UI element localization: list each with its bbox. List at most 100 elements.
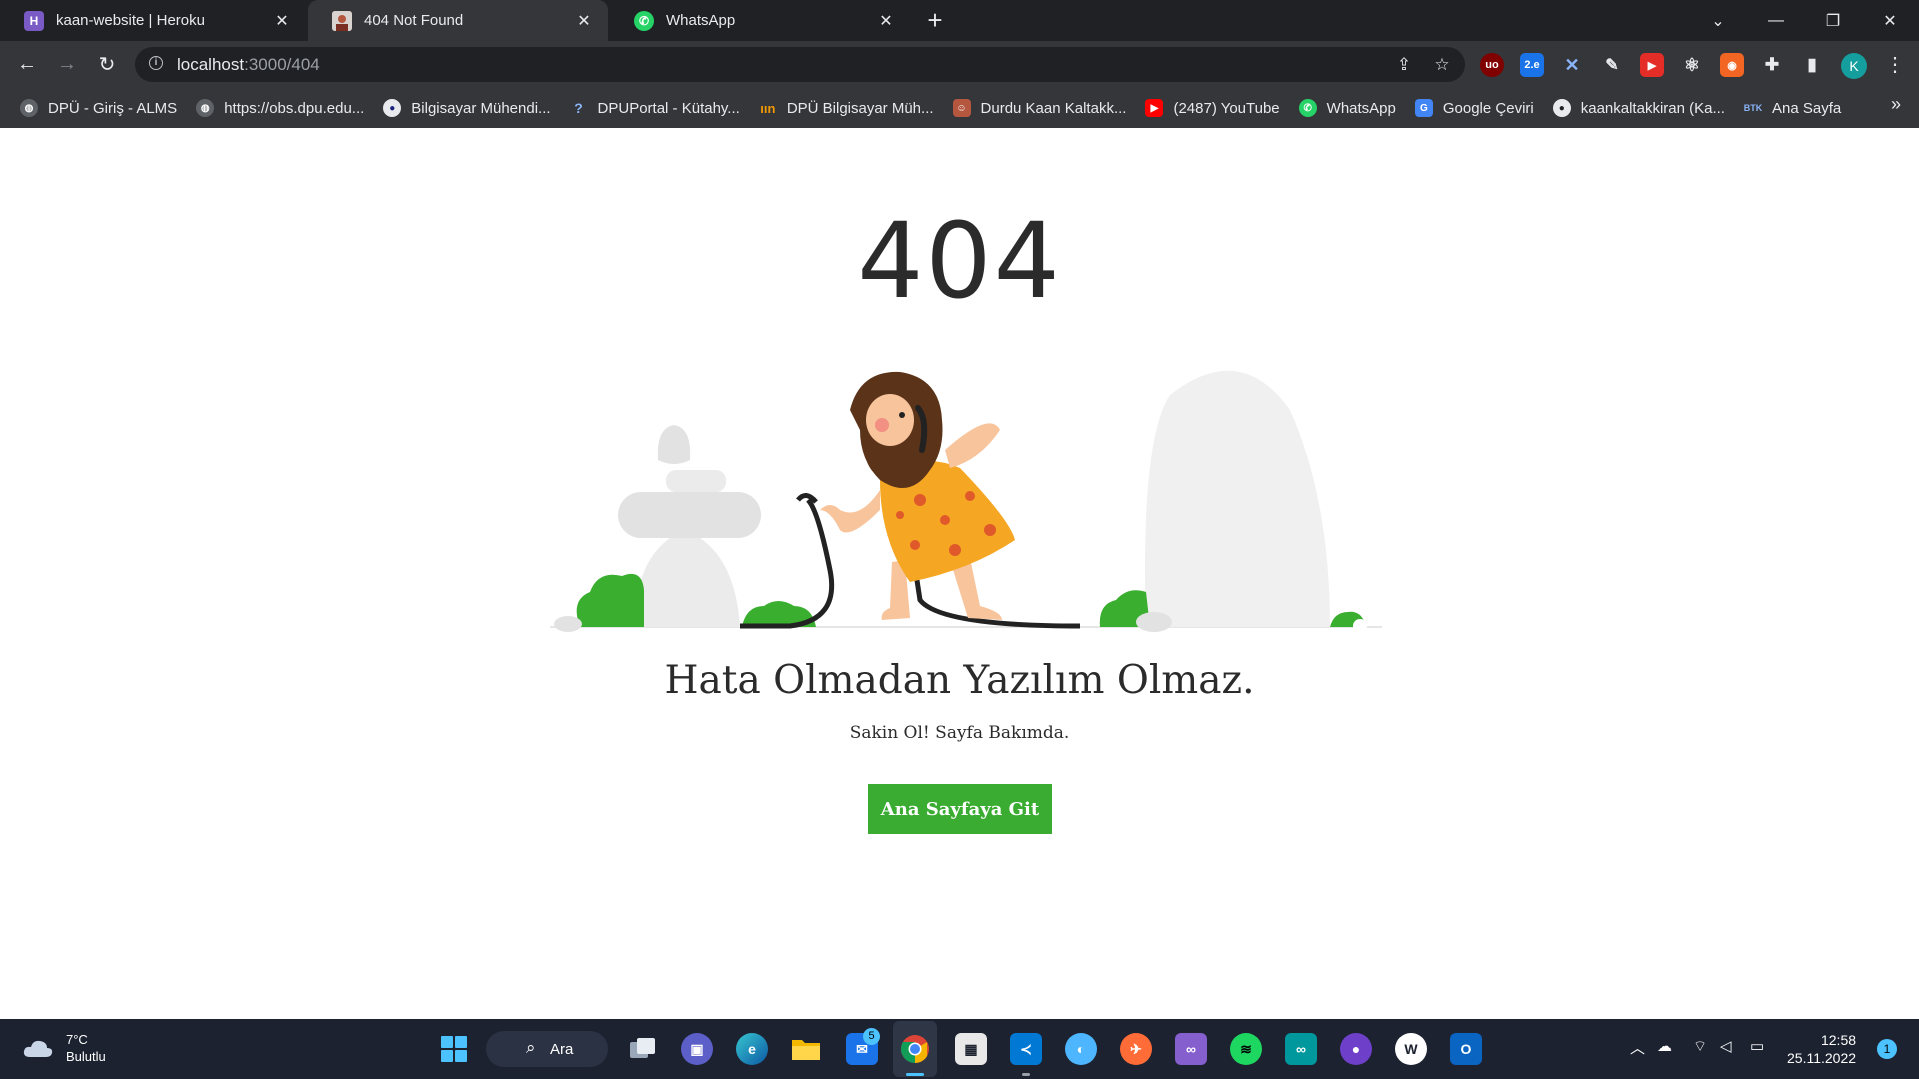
- translate-extension-icon[interactable]: 2.e: [1520, 53, 1544, 77]
- bookmark-item[interactable]: ıın DPÜ Bilgisayar Müh...: [751, 94, 942, 122]
- github-desktop-icon[interactable]: ●: [1340, 1033, 1372, 1065]
- heroku-icon: H: [24, 10, 44, 31]
- bookmark-item[interactable]: ☺ Durdu Kaan Kaltakk...: [945, 94, 1135, 122]
- url-host: localhost: [177, 55, 245, 74]
- tab-404[interactable]: 404 Not Found ✕: [308, 0, 608, 41]
- go-home-button[interactable]: Ana Sayfaya Git: [868, 784, 1052, 834]
- menu-kebab-icon[interactable]: ⋮: [1880, 49, 1910, 79]
- arduino-icon[interactable]: ∞: [1285, 1033, 1317, 1065]
- react-devtools-icon[interactable]: ⚛: [1680, 53, 1704, 77]
- share-icon[interactable]: ⇪: [1394, 55, 1414, 75]
- google-translate-icon: G: [1414, 99, 1433, 117]
- tab-title: kaan-website | Heroku: [56, 12, 205, 29]
- whatsapp-icon: ✆: [634, 10, 654, 31]
- tray-overflow-chevron-icon[interactable]: ︿: [1630, 1037, 1645, 1058]
- chrome-icon[interactable]: [899, 1033, 931, 1065]
- bookmark-star-icon[interactable]: ☆: [1432, 55, 1452, 75]
- taskbar-clock[interactable]: 12:58 25.11.2022: [1787, 1031, 1856, 1067]
- cloud-icon: [23, 1040, 53, 1057]
- bookmark-label: https://obs.dpu.edu...: [224, 99, 365, 117]
- bookmark-item[interactable]: ◍ DPÜ - Giriş - ALMS: [12, 94, 185, 122]
- wifi-icon[interactable]: ⌔: [1693, 1037, 1707, 1056]
- error-page: 404 Hata Olmadan Yazılım Olmaz. Sakin Ol…: [0, 128, 1919, 1019]
- error-subline: Sakin Ol! Sayfa Bakımda.: [849, 723, 1070, 743]
- start-windows-icon[interactable]: [438, 1033, 470, 1065]
- weather-desc: Bulutlu: [66, 1049, 106, 1064]
- notification-badge[interactable]: 1: [1877, 1039, 1897, 1059]
- tab-heroku[interactable]: H kaan-website | Heroku ✕: [0, 0, 306, 41]
- bookmark-item[interactable]: ✆ WhatsApp: [1291, 94, 1404, 122]
- youtube-extension-icon[interactable]: ▶: [1640, 53, 1664, 77]
- edge-icon[interactable]: e: [736, 1033, 768, 1065]
- back-button[interactable]: ←: [12, 49, 42, 79]
- close-window-button[interactable]: ✕: [1862, 0, 1918, 41]
- new-tab-button[interactable]: +: [919, 4, 951, 36]
- bookmark-label: (2487) YouTube: [1173, 99, 1280, 117]
- site-info-icon[interactable]: i: [149, 56, 163, 70]
- teams-chat-icon[interactable]: ▣: [681, 1033, 713, 1065]
- bookmark-item[interactable]: ? DPUPortal - Kütahy...: [562, 94, 748, 122]
- bookmark-label: Bilgisayar Mühendi...: [411, 99, 551, 117]
- bookmarks-bar: ◍ DPÜ - Giriş - ALMS ◍ https://obs.dpu.e…: [0, 88, 1919, 128]
- store-icon[interactable]: ▦: [955, 1033, 987, 1065]
- task-view-icon[interactable]: [627, 1033, 659, 1065]
- search-label: Ara: [550, 1040, 574, 1058]
- minimize-button[interactable]: —: [1748, 0, 1804, 41]
- mail-badge: 5: [863, 1028, 880, 1045]
- whatsapp-desktop-icon[interactable]: W: [1395, 1033, 1427, 1065]
- extensions-puzzle-icon[interactable]: ✚: [1760, 53, 1784, 77]
- tab-search-chevron-icon[interactable]: ⌄: [1690, 0, 1746, 41]
- active-indicator: [906, 1073, 924, 1076]
- rss-extension-icon[interactable]: ◉: [1720, 53, 1744, 77]
- caveman-illustration: [550, 370, 1382, 633]
- dpu-icon: ●: [383, 99, 402, 117]
- bookmark-item[interactable]: G Google Çeviri: [1407, 94, 1542, 122]
- paint-icon[interactable]: ◐: [1065, 1033, 1097, 1065]
- profile-avatar[interactable]: K: [1841, 53, 1867, 79]
- file-explorer-icon[interactable]: [790, 1033, 822, 1065]
- outlook-icon[interactable]: O: [1450, 1033, 1482, 1065]
- clock-time: 12:58: [1820, 1032, 1857, 1048]
- bookmark-item[interactable]: ● Bilgisayar Mühendi...: [375, 94, 558, 122]
- ublock-icon[interactable]: uo: [1480, 53, 1504, 77]
- bookmark-label: DPÜ Bilgisayar Müh...: [786, 99, 934, 117]
- visual-studio-icon[interactable]: ∞: [1175, 1033, 1207, 1065]
- postman-icon[interactable]: ✈: [1120, 1033, 1152, 1065]
- error-headline: Hata Olmadan Yazılım Olmaz.: [664, 658, 1255, 703]
- tab-title: WhatsApp: [666, 12, 736, 29]
- weather-widget[interactable]: 7°C Bulutlu: [22, 1031, 106, 1065]
- vscode-icon[interactable]: ≺: [1010, 1033, 1042, 1065]
- close-icon[interactable]: ✕: [572, 11, 596, 31]
- onedrive-icon[interactable]: ☁: [1657, 1037, 1672, 1055]
- url-path: :3000/404: [244, 55, 320, 74]
- bookmark-item[interactable]: ● kaankaltakkiran (Ka...: [1545, 94, 1733, 122]
- eyedropper-extension-icon[interactable]: ✎: [1600, 53, 1624, 77]
- spotify-icon[interactable]: ≋: [1230, 1033, 1262, 1065]
- avatar-icon: ☺: [952, 99, 971, 117]
- restore-button[interactable]: ❐: [1805, 0, 1861, 41]
- bookmark-item[interactable]: BTK Ana Sayfa: [1736, 94, 1849, 122]
- bookmark-label: WhatsApp: [1326, 99, 1396, 117]
- tools-extension-icon[interactable]: ✕: [1560, 53, 1584, 77]
- close-icon[interactable]: ✕: [874, 11, 898, 31]
- weather-temp: 7°C: [66, 1032, 88, 1047]
- bookmarks-overflow-icon[interactable]: »: [1891, 94, 1901, 115]
- bookmark-item[interactable]: ▶ (2487) YouTube: [1137, 94, 1287, 122]
- close-icon[interactable]: ✕: [270, 11, 294, 31]
- avatar-icon: [332, 10, 352, 31]
- reload-button[interactable]: ↻: [92, 49, 122, 79]
- weather-text: 7°C Bulutlu: [66, 1031, 106, 1065]
- bookmark-item[interactable]: ◍ https://obs.dpu.edu...: [188, 94, 372, 122]
- bookmark-label: Google Çeviri: [1442, 99, 1534, 117]
- tab-whatsapp[interactable]: ✆ WhatsApp ✕: [610, 0, 910, 41]
- windows-taskbar: 7°C Bulutlu ⌕ Ara ▣ e ✉ 5 ▦ ≺ ◐ ✈ ∞ ≋ ∞ …: [0, 1019, 1919, 1079]
- browser-toolbar: ← → ↻ i localhost:3000/404 ⇪ ☆ uo 2.e ✕ …: [0, 41, 1919, 88]
- forward-button[interactable]: →: [52, 49, 82, 79]
- bookmark-label: kaankaltakkiran (Ka...: [1580, 99, 1725, 117]
- side-panel-icon[interactable]: ▮: [1800, 53, 1824, 77]
- address-bar[interactable]: i localhost:3000/404 ⇪ ☆: [135, 47, 1465, 82]
- taskbar-search[interactable]: ⌕ Ara: [486, 1031, 608, 1067]
- globe-icon: ◍: [20, 99, 38, 117]
- volume-icon[interactable]: ◁: [1720, 1037, 1732, 1055]
- battery-icon[interactable]: ▭: [1750, 1037, 1764, 1055]
